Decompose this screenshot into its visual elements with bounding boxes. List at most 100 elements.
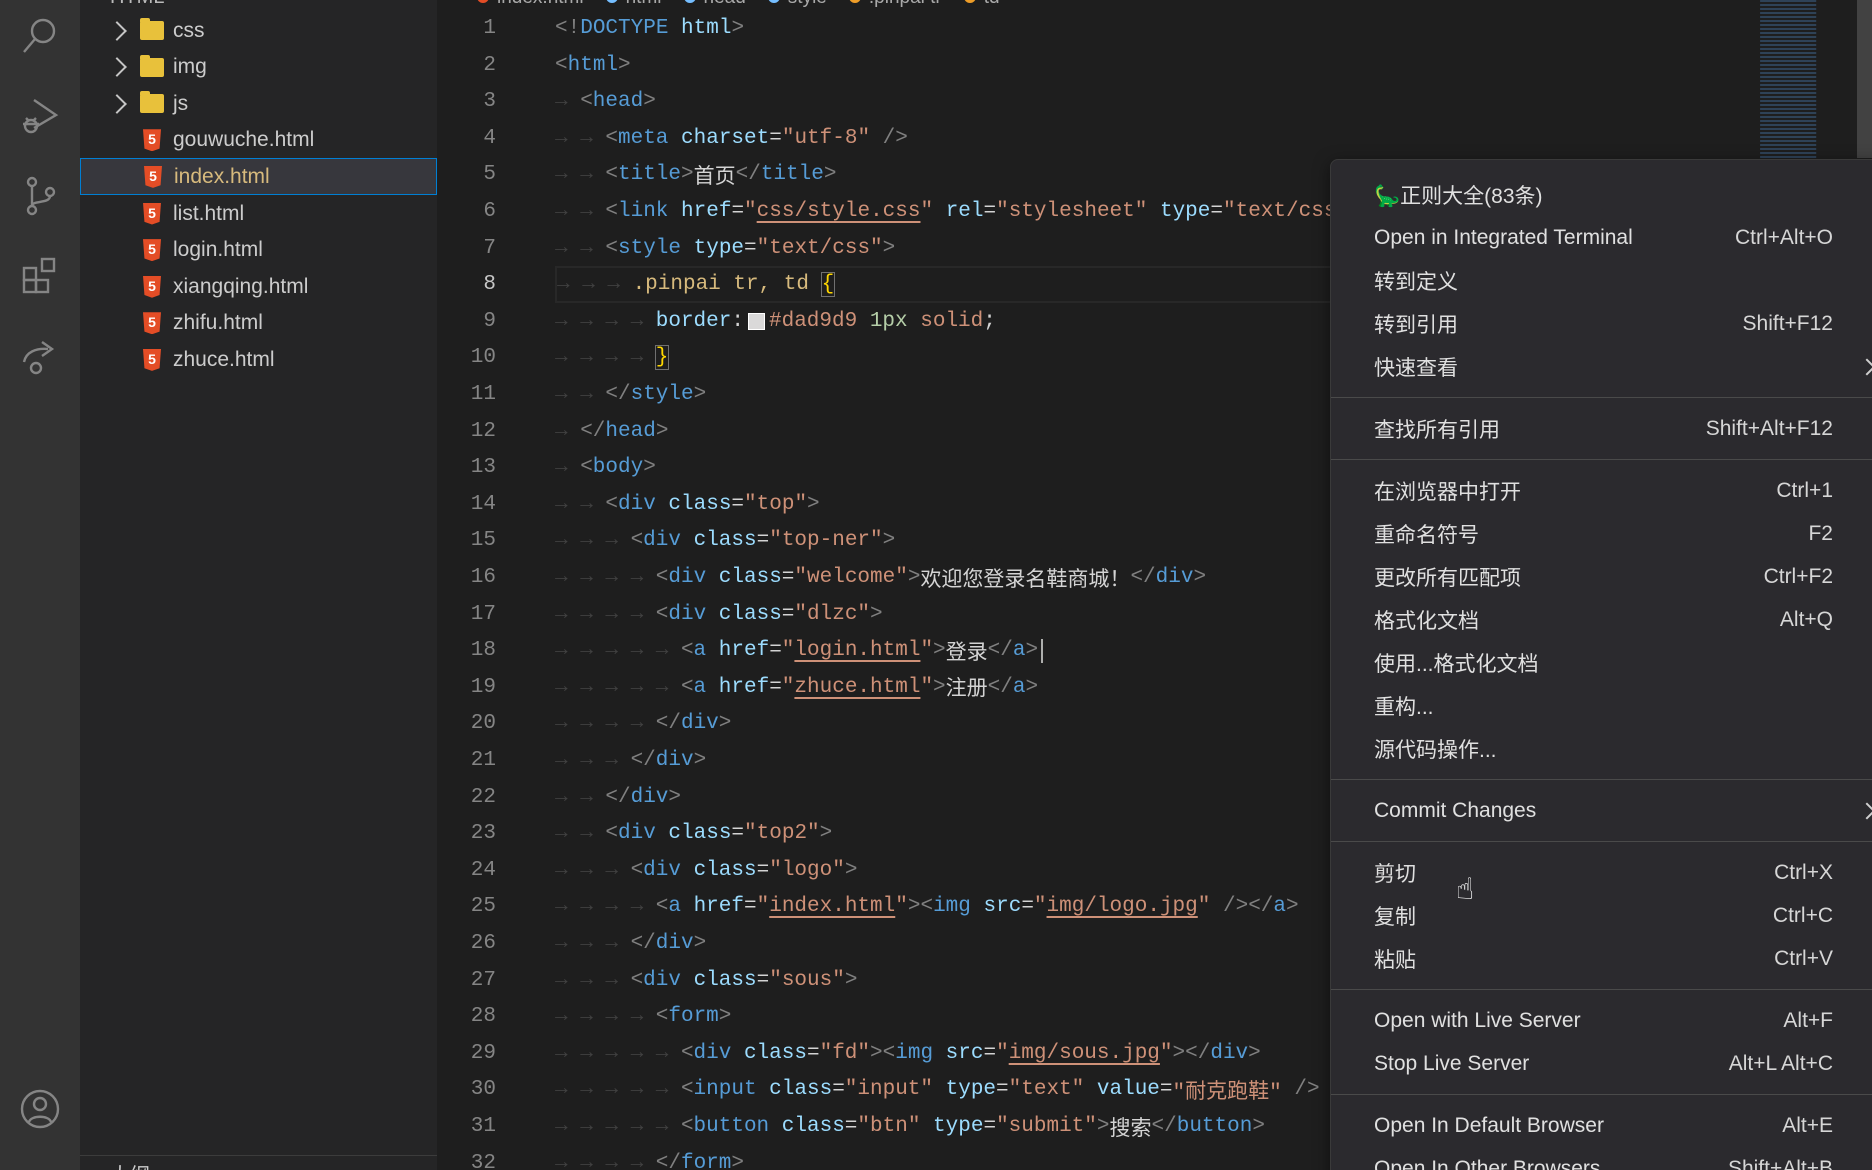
color-swatch[interactable] [747, 312, 765, 330]
line-number: 27 [470, 968, 496, 992]
token-txt: = [844, 1115, 858, 1138]
token-link[interactable]: index.html [769, 895, 895, 918]
code-content: → → → → → < button class = "btn" type = "submit" > 搜… [555, 1108, 1265, 1145]
vertical-scrollbar[interactable] [1857, 0, 1872, 158]
menu-item-open-with-live-server[interactable]: Open with Live Server Alt+F [1331, 999, 1872, 1042]
token-str: "logo" [769, 858, 845, 882]
menu-item-label: Open In Default Browser [1374, 1113, 1604, 1137]
indent-guide-icon: → [555, 639, 568, 663]
menu-item-shortcut: Alt+Q [1779, 607, 1833, 631]
explorer-item-index-html[interactable]: 5 index.html [80, 158, 437, 196]
indent-guide-icon: → [630, 675, 644, 699]
menu-item-83[interactable]: 🦕正则大全(83条) [1331, 173, 1872, 216]
token-txt: = [781, 602, 795, 626]
menu-item-[interactable]: 剪切 Ctrl+X [1331, 851, 1872, 894]
search-icon[interactable] [16, 12, 64, 60]
indent-guide-icon: → [580, 383, 593, 406]
menu-item-shortcut: Ctrl+F2 [1763, 564, 1833, 588]
token-p: > [1252, 1115, 1265, 1138]
menu-item-[interactable]: 查找所有引用 Shift+Alt+F12 [1331, 407, 1872, 450]
menu-separator [1331, 1085, 1872, 1104]
token-str: " [996, 1041, 1009, 1065]
explorer-item-css[interactable]: css [80, 12, 437, 49]
explorer-sidebar: HTML cssimgjs5gouwuche.html5index.html5l… [80, 0, 437, 1170]
token-str: "fd" [819, 1041, 871, 1065]
outline-section[interactable]: 大纲 [80, 1155, 437, 1170]
code-line[interactable]: 3 → < head > [437, 83, 1857, 120]
code-line[interactable]: 2 < html > [437, 47, 1857, 84]
token-str: " [781, 675, 795, 699]
menu-separator [1331, 770, 1872, 789]
breadcrumb-item[interactable]: style [767, 0, 827, 9]
menu-item-open-in-default-browser[interactable]: Open In Default Browser Alt+E [1331, 1104, 1872, 1147]
token-link[interactable]: zhuce.html [794, 676, 920, 699]
breadcrumb-item[interactable]: td [963, 0, 1000, 9]
token-p: </ [1151, 1115, 1177, 1138]
menu-item-commit-changes[interactable]: Commit Changes [1331, 789, 1872, 832]
menu-item-[interactable]: 转到引用 Shift+F12 [1331, 302, 1872, 345]
explorer-item-gouwuche-html[interactable]: 5 gouwuche.html [80, 122, 437, 159]
token-p: ></ [1172, 1041, 1211, 1065]
explorer-item-list-html[interactable]: 5 list.html [80, 195, 437, 232]
menu-item-[interactable]: 重构... [1331, 684, 1872, 727]
menu-item-stop-live-server[interactable]: Stop Live Server Alt+L Alt+C [1331, 1042, 1872, 1085]
code-content: → → < div class = "top" > [555, 486, 820, 523]
indent-guide-icon: → [580, 529, 593, 553]
breadcrumb-item[interactable]: html [605, 0, 662, 9]
token-link[interactable]: css/style.css [757, 200, 921, 223]
chevron-right-icon[interactable] [107, 93, 127, 114]
token-link[interactable]: img/logo.jpg [1047, 895, 1198, 918]
indent-guide-icon: → [605, 749, 618, 772]
run-debug-icon[interactable] [16, 92, 64, 140]
menu-item-open-in-other-browsers[interactable]: Open In Other Browsers Shift+Alt+B [1331, 1147, 1872, 1170]
menu-item-[interactable]: 转到定义 [1331, 259, 1872, 302]
explorer-item-xiangqing-html[interactable]: 5 xiangqing.html [80, 268, 437, 305]
token-txt: 首页 [693, 166, 736, 190]
explorer-item-login-html[interactable]: 5 login.html [80, 232, 437, 269]
remote-share-icon[interactable] [16, 332, 64, 380]
token-p: < [555, 53, 568, 77]
menu-separator [1331, 388, 1872, 407]
explorer-item-img[interactable]: img [80, 49, 437, 86]
indent-guide-icon: → [605, 639, 618, 663]
chevron-right-icon[interactable] [107, 20, 127, 41]
breadcrumb-item[interactable]: index.html [477, 0, 584, 9]
code-line[interactable]: 4 → → < meta charset = "utf-8" /> [437, 120, 1857, 157]
menu-item-open-in-integrated-terminal[interactable]: Open in Integrated Terminal Ctrl+Alt+O [1331, 216, 1872, 259]
line-number: 21 [470, 749, 496, 772]
menu-item-[interactable]: 复制 Ctrl+C [1331, 894, 1872, 937]
token-str: " [920, 200, 934, 223]
code-line[interactable]: 1 <! DOCTYPE html > [437, 10, 1857, 47]
code-content: → → → </div > [555, 925, 706, 962]
token-p: < [680, 1115, 694, 1138]
menu-item-[interactable]: 粘贴 Ctrl+V [1331, 937, 1872, 980]
token-link[interactable]: login.html [794, 639, 920, 662]
menu-item-[interactable]: 在浏览器中打开 Ctrl+1 [1331, 469, 1872, 512]
menu-item-[interactable]: 源代码操作... [1331, 727, 1872, 770]
menu-item-[interactable]: 快速查看 [1331, 345, 1872, 388]
explorer-item-zhuce-html[interactable]: 5 zhuce.html [80, 341, 437, 378]
chevron-right-icon[interactable] [107, 57, 127, 77]
token-prop: border [655, 309, 732, 333]
explorer-item-zhifu-html[interactable]: 5 zhifu.html [80, 305, 437, 342]
source-control-icon[interactable] [16, 172, 64, 220]
token-attr: class [781, 1115, 845, 1138]
token-link[interactable]: img/sous.jpg [1009, 1042, 1160, 1065]
explorer-item-js[interactable]: js [80, 85, 437, 122]
account-icon[interactable] [16, 1085, 64, 1133]
token-attr: src [983, 895, 1022, 919]
breadcrumb-item[interactable]: head [683, 0, 746, 9]
menu-item-[interactable]: 更改所有匹配项 Ctrl+F2 [1331, 555, 1872, 598]
breadcrumb-item[interactable]: .pinpai tr [848, 0, 942, 9]
extensions-icon[interactable] [16, 252, 64, 300]
html5-file-icon: 5 [143, 275, 161, 298]
token-tag: input [693, 1078, 757, 1102]
menu-item-[interactable]: 使用...格式化文档 [1331, 641, 1872, 684]
menu-item-[interactable]: 格式化文档 Alt+Q [1331, 598, 1872, 641]
menu-item-label: Open with Live Server [1374, 1008, 1581, 1032]
token-p: < [580, 456, 593, 480]
menu-item-[interactable]: 重命名符号 F2 [1331, 512, 1872, 555]
